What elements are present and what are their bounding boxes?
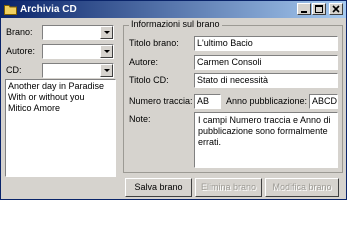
folder-icon <box>4 5 17 15</box>
list-item[interactable]: Another day in Paradise <box>8 81 113 92</box>
brano-combobox[interactable] <box>42 25 114 40</box>
delete-song-button[interactable]: Elimina brano <box>195 178 262 197</box>
anno-pubblicazione-field[interactable]: ABCD <box>309 94 338 109</box>
autore-combobox[interactable] <box>42 44 114 59</box>
numero-traccia-label: Numero traccia: <box>129 96 193 106</box>
titolo-cd-label: Titolo CD: <box>129 75 169 85</box>
brano-filter-label: Brano: <box>6 27 33 37</box>
title-bar[interactable]: Archivia CD <box>1 1 346 18</box>
chevron-down-icon[interactable] <box>100 64 113 77</box>
songs-listbox[interactable]: Another day in Paradise With or without … <box>5 79 116 177</box>
cd-combobox[interactable] <box>42 63 114 78</box>
cd-filter-label: CD: <box>6 65 22 75</box>
edit-song-button[interactable]: Modifica brano <box>265 178 339 197</box>
autore-label: Autore: <box>129 57 159 67</box>
save-song-button[interactable]: Salva brano <box>125 178 192 197</box>
autore-field[interactable]: Carmen Consoli <box>194 55 338 70</box>
chevron-down-icon[interactable] <box>100 26 113 39</box>
song-info-group-title: Informazioni sul brano <box>129 19 222 30</box>
autore-filter-label: Autore: <box>6 46 36 56</box>
titolo-brano-field[interactable]: L'ultimo Bacio <box>194 36 338 51</box>
minimize-icon <box>301 11 307 13</box>
app-window: Archivia CD Brano: Autore: CD: Another d… <box>0 0 347 200</box>
titolo-cd-field[interactable]: Stato di necessità <box>194 73 338 88</box>
note-textarea[interactable]: I campi Numero traccia e Anno di pubblic… <box>194 112 338 168</box>
list-item[interactable]: Mitico Amore <box>8 103 113 114</box>
list-item[interactable]: With or without you <box>8 92 113 103</box>
maximize-icon <box>315 5 323 13</box>
window-title: Archivia CD <box>20 4 77 15</box>
anno-pubblicazione-label: Anno pubblicazione: <box>226 96 308 106</box>
note-label: Note: <box>129 114 151 124</box>
maximize-button[interactable] <box>312 3 326 15</box>
minimize-button[interactable] <box>297 3 311 15</box>
chevron-down-icon[interactable] <box>100 45 113 58</box>
numero-traccia-field[interactable]: AB <box>194 94 221 109</box>
titolo-brano-label: Titolo brano: <box>129 38 179 48</box>
close-icon <box>332 5 340 13</box>
close-button[interactable] <box>329 3 343 15</box>
